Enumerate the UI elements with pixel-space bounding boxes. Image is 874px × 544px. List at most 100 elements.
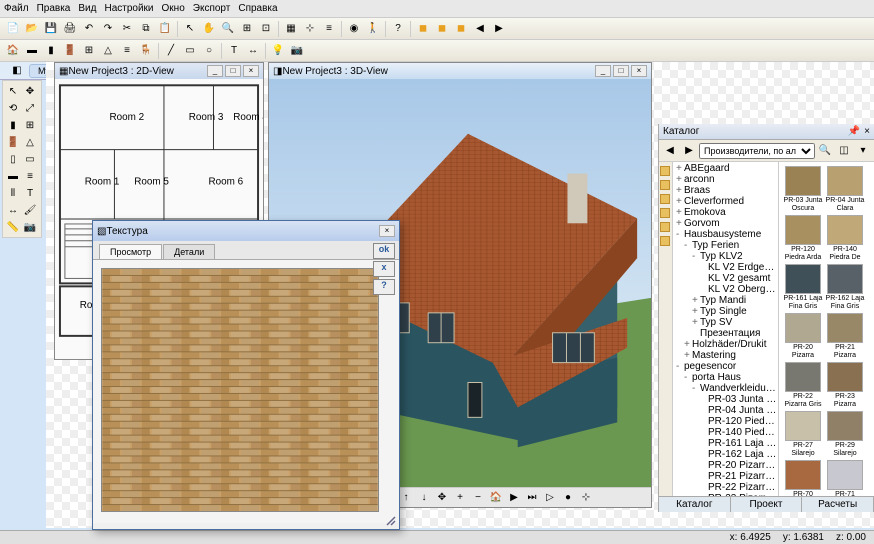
camera-tool[interactable]: 📷 <box>22 219 38 235</box>
maximize-button[interactable]: □ <box>225 65 241 77</box>
catalog-header[interactable]: Каталог 📌 × <box>659 124 874 140</box>
zoom-button[interactable]: 🔍 <box>219 20 237 38</box>
tree-item[interactable]: PR-120 Piedra Arena <box>674 416 777 427</box>
nav-orbit-u-button[interactable]: ↑ <box>398 490 414 506</box>
texture-thumbnail[interactable]: PR-27 Silarejo Blanco Arena <box>783 411 823 458</box>
wall-button[interactable]: ▮ <box>42 42 60 60</box>
tree-item[interactable]: PR-140 Piedra De Adob <box>674 427 777 438</box>
rect-button[interactable]: ▭ <box>181 42 199 60</box>
rotate-tool[interactable]: ⟲ <box>5 100 21 116</box>
tab-details[interactable]: Детали <box>163 244 215 259</box>
texture-thumbnail[interactable]: PR-71 Ladrillo Rustico Eni <box>825 460 865 496</box>
nav-home-button[interactable]: 🏠 <box>488 490 504 506</box>
rail-tool[interactable]: ⦀ <box>5 185 21 201</box>
tree-item[interactable]: -pegesencor <box>674 361 777 372</box>
yellow2-button[interactable]: ◼ <box>433 20 451 38</box>
catalog-search-icon[interactable]: 🔍 <box>816 142 834 160</box>
undo-button[interactable]: ↶ <box>80 20 98 38</box>
pointer-button[interactable]: ↖ <box>181 20 199 38</box>
stairs-button[interactable]: ≡ <box>118 42 136 60</box>
nav-orbit-d-button[interactable]: ↓ <box>416 490 432 506</box>
print-button[interactable]: 🖨 <box>61 20 79 38</box>
tree-item[interactable]: KL V2 Erdgeschoss <box>674 262 777 273</box>
text-tool[interactable]: T <box>22 185 38 201</box>
text-button[interactable]: T <box>225 42 243 60</box>
tree-item[interactable]: +Mastering <box>674 350 777 361</box>
catalog-footer-tab[interactable]: Расчеты <box>802 497 874 512</box>
roof-tool[interactable]: △ <box>22 134 38 150</box>
tree-item[interactable]: -Typ KLV2 <box>674 251 777 262</box>
tree-item[interactable]: +Emokova <box>674 207 777 218</box>
window-tool[interactable]: ⊞ <box>22 117 38 133</box>
catalog-view-icon[interactable]: ◫ <box>835 142 853 160</box>
select-tool[interactable]: ↖ <box>5 83 21 99</box>
resize-handle-icon[interactable] <box>385 515 397 527</box>
nav-fwd-icon[interactable]: ▶ <box>680 142 698 160</box>
zoom-window-button[interactable]: ⊞ <box>238 20 256 38</box>
grid-button[interactable]: ▦ <box>282 20 300 38</box>
slab-tool[interactable]: ▬ <box>5 168 21 184</box>
nav-zoom-out-button[interactable]: − <box>470 490 486 506</box>
view-2d-titlebar[interactable]: ▦ New Project3 : 2D-View _ □ × <box>55 63 263 79</box>
texture-thumbnail[interactable]: PR-23 Pizarra Marron Arena <box>825 362 865 409</box>
line-button[interactable]: ╱ <box>162 42 180 60</box>
yellow1-button[interactable]: ◼ <box>414 20 432 38</box>
walk-button[interactable]: 🚶 <box>364 20 382 38</box>
tree-item[interactable]: -Hausbausysteme <box>674 229 777 240</box>
circle-button[interactable]: ○ <box>200 42 218 60</box>
tree-item[interactable]: +Typ Single <box>674 306 777 317</box>
copy-button[interactable]: ⧉ <box>137 20 155 38</box>
view-3d-titlebar[interactable]: ◨ New Project3 : 3D-View _ □ × <box>269 63 651 79</box>
stair-tool[interactable]: ≡ <box>22 168 38 184</box>
dim-tool[interactable]: ↔ <box>5 202 21 218</box>
tree-item[interactable]: -Typ Ferien <box>674 240 777 251</box>
help-button[interactable]: ? <box>389 20 407 38</box>
tree-item[interactable]: +Gorvom <box>674 218 777 229</box>
door-button[interactable]: 🚪 <box>61 42 79 60</box>
catalog-more-icon[interactable]: ▾ <box>854 142 872 160</box>
cut-button[interactable]: ✂ <box>118 20 136 38</box>
catalog-filter-select[interactable]: Производители, по ал <box>699 143 815 159</box>
yellow3-button[interactable]: ◼ <box>452 20 470 38</box>
menu-Окно[interactable]: Окно <box>162 3 185 14</box>
arrow-r-button[interactable]: ▶ <box>490 20 508 38</box>
roof-button[interactable]: △ <box>99 42 117 60</box>
menu-Файл[interactable]: Файл <box>4 3 29 14</box>
light-button[interactable]: 💡 <box>269 42 287 60</box>
nav-last-button[interactable]: ⏭ <box>524 490 540 506</box>
texture-ok-button[interactable]: ok <box>373 243 395 259</box>
texture-thumbnail[interactable]: PR-03 Junta Oscura <box>783 166 823 213</box>
tree-item[interactable]: -porta Haus <box>674 372 777 383</box>
tree-item[interactable]: Презентация <box>674 328 777 339</box>
tree-item[interactable]: +Braas <box>674 185 777 196</box>
camera-button[interactable]: 📷 <box>288 42 306 60</box>
tree-item[interactable]: +Typ SV <box>674 317 777 328</box>
nav-next-button[interactable]: ▶ <box>506 490 522 506</box>
move-tool[interactable]: ✥ <box>22 83 38 99</box>
beam-tool[interactable]: ▭ <box>22 151 38 167</box>
door-tool[interactable]: 🚪 <box>5 134 21 150</box>
tab-preview[interactable]: Просмотр <box>99 244 162 259</box>
texture-thumbnail[interactable]: PR-04 Junta Clara <box>825 166 865 213</box>
catalog-folder-icon[interactable] <box>660 236 670 246</box>
catalog-tree[interactable]: +ABEgaard+arconn+Braas+Cleverformed+Emok… <box>673 162 779 496</box>
zoom-fit-button[interactable]: ⊡ <box>257 20 275 38</box>
window-button[interactable]: ⊞ <box>80 42 98 60</box>
tree-item[interactable]: PR-161 Laja Fina Gris C <box>674 438 777 449</box>
close-button[interactable]: × <box>631 65 647 77</box>
layers-button[interactable]: ≡ <box>320 20 338 38</box>
texture-thumbnail[interactable]: PR-161 Laja Fina Gris Oscurn <box>783 264 823 311</box>
nav-snap-button[interactable]: ⊹ <box>578 490 594 506</box>
nav-pan-button[interactable]: ✥ <box>434 490 450 506</box>
tree-item[interactable]: KL V2 Obergeschoss <box>674 284 777 295</box>
maximize-button[interactable]: □ <box>613 65 629 77</box>
tree-item[interactable]: PR-20 Pizarra Blanco A <box>674 460 777 471</box>
furniture-button[interactable]: 🪑 <box>137 42 155 60</box>
catalog-folder-icon[interactable] <box>660 166 670 176</box>
close-button[interactable]: × <box>379 225 395 237</box>
texture-x-button[interactable]: x <box>373 261 395 277</box>
menu-Экспорт[interactable]: Экспорт <box>193 3 231 14</box>
column-tool[interactable]: ▯ <box>5 151 21 167</box>
nav-rec-button[interactable]: ● <box>560 490 576 506</box>
texture-?-button[interactable]: ? <box>373 279 395 295</box>
